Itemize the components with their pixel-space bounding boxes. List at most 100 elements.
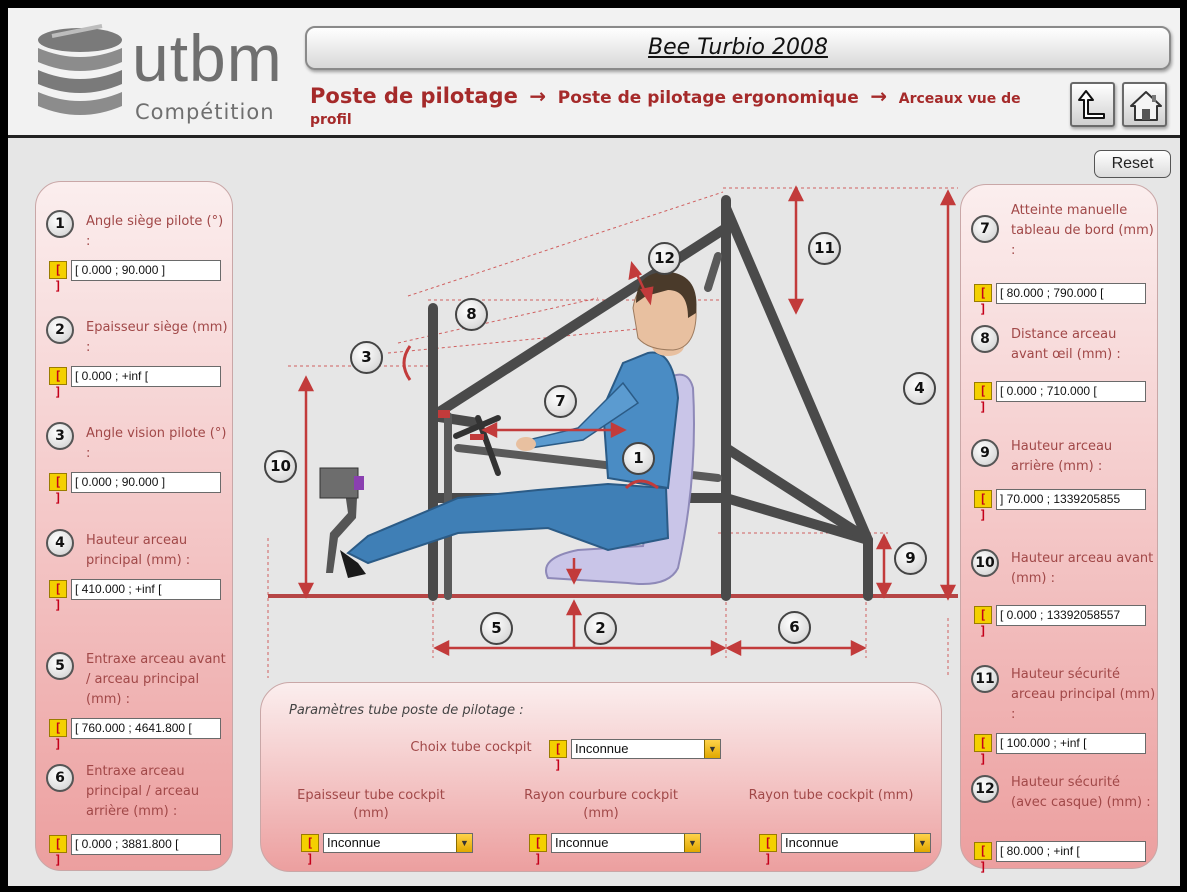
logo-cylinder-icon (38, 24, 122, 115)
callout-1: 1 (622, 442, 655, 475)
range-field[interactable]: [ 0.000 ; 13392058557 (996, 605, 1146, 626)
bracket-button[interactable]: [ ] (974, 734, 992, 766)
choice-tube-select[interactable]: Inconnue ▼ (571, 739, 721, 759)
range-field[interactable]: ] 70.000 ; 1339205855 (996, 489, 1146, 510)
header: utbm Compétition Bee Turbio 2008 Poste d… (8, 8, 1180, 138)
bracket-button[interactable]: [ ] (49, 719, 67, 751)
param-number: 2 (46, 316, 74, 344)
bend-select[interactable]: Inconnue ▼ (551, 833, 701, 853)
bracket-button[interactable]: [ ] (49, 367, 67, 399)
select-value: Inconnue (555, 835, 609, 850)
chevron-down-icon[interactable]: ▼ (704, 740, 720, 758)
param-label: Entraxe arceau avant / arceau principal … (86, 652, 226, 707)
range-field[interactable]: [ 100.000 ; +inf [ (996, 733, 1146, 754)
breadcrumb-separator: → (870, 84, 888, 108)
param-number: 9 (971, 439, 999, 467)
select-value: Inconnue (575, 741, 629, 756)
right-parameters-panel: 7 Atteinte manuelle tableau de bord (mm)… (960, 184, 1158, 874)
radius-label: Rayon tube cockpit (mm) (748, 788, 914, 803)
bracket-button[interactable]: [ ] (974, 606, 992, 638)
param-number: 5 (46, 652, 74, 680)
param-label: Hauteur sécurité arceau principal (mm) : (1011, 667, 1156, 722)
param-label: Hauteur arceau arrière (mm) : (1011, 439, 1113, 474)
bracket-button[interactable]: [ ] (49, 473, 67, 505)
param-number: 8 (971, 325, 999, 353)
param-label: Atteinte manuelle tableau de bord (mm) : (1011, 203, 1154, 258)
bracket-button[interactable]: [ ] (549, 740, 567, 772)
param-number: 4 (46, 529, 74, 557)
choice-select-row: [ ] Inconnue ▼ (549, 739, 721, 772)
breadcrumb-level-1[interactable]: Poste de pilotage (310, 84, 518, 108)
param-number: 6 (46, 764, 74, 792)
utbm-logo: utbm Compétition (32, 21, 292, 132)
range-field[interactable]: [ 760.000 ; 4641.800 [ (71, 718, 221, 739)
callout-12: 12 (648, 242, 681, 275)
param-label: Angle siège pilote (°) : (86, 214, 224, 249)
select-value: Inconnue (785, 835, 839, 850)
callout-11: 11 (808, 232, 841, 265)
bend-select-row: [ ] Inconnue ▼ (529, 833, 701, 866)
bracket-button[interactable]: [ ] (759, 834, 777, 866)
bracket-button[interactable]: [ ] (301, 834, 319, 866)
bracket-button[interactable]: [ ] (49, 580, 67, 612)
reset-button[interactable]: Reset (1094, 150, 1171, 178)
param-label: Epaisseur siège (mm) : (86, 320, 228, 355)
param-label: Hauteur arceau principal (mm) : (86, 533, 191, 568)
bracket-button[interactable]: [ ] (974, 842, 992, 874)
param-number: 1 (46, 210, 74, 238)
range-field[interactable]: [ 0.000 ; 90.000 ] (71, 260, 221, 281)
home-button[interactable] (1122, 82, 1167, 127)
breadcrumb-separator: → (529, 84, 547, 108)
back-button[interactable] (1070, 82, 1115, 127)
bracket-button[interactable]: [ ] (529, 834, 547, 866)
logo-wordmark: utbm (132, 21, 283, 95)
callout-3: 3 (350, 341, 383, 374)
chevron-down-icon[interactable]: ▼ (684, 834, 700, 852)
page-title: Bee Turbio 2008 (648, 35, 828, 60)
thickness-select-row: [ ] Inconnue ▼ (301, 833, 473, 866)
param-number: 12 (971, 775, 999, 803)
thickness-label: Epaisseur tube cockpit (mm) (297, 788, 445, 821)
bracket-button[interactable]: [ ] (49, 835, 67, 867)
bracket-button[interactable]: [ ] (974, 490, 992, 522)
radius-select-row: [ ] Inconnue ▼ (759, 833, 931, 866)
callout-9: 9 (894, 542, 927, 575)
param-number: 7 (971, 215, 999, 243)
range-field[interactable]: [ 410.000 ; +inf [ (71, 579, 221, 600)
bracket-button[interactable]: [ ] (974, 382, 992, 414)
callout-8: 8 (455, 298, 488, 331)
param-number: 11 (971, 665, 999, 693)
param-label: Hauteur sécurité (avec casque) (mm) : (1011, 775, 1151, 810)
chevron-down-icon[interactable]: ▼ (456, 834, 472, 852)
param-label: Angle vision pilote (°) : (86, 426, 227, 461)
range-field[interactable]: [ 0.000 ; +inf [ (71, 366, 221, 387)
callout-7: 7 (544, 385, 577, 418)
range-field[interactable]: [ 80.000 ; 790.000 [ (996, 283, 1146, 304)
breadcrumb-level-2[interactable]: Poste de pilotage ergonomique (558, 88, 859, 108)
left-parameters-panel: 1 Angle siège pilote (°) : [ ] [ 0.000 ;… (35, 181, 233, 871)
callout-2: 2 (584, 612, 617, 645)
callout-4: 4 (903, 372, 936, 405)
range-field[interactable]: [ 80.000 ; +inf [ (996, 841, 1146, 862)
radius-select[interactable]: Inconnue ▼ (781, 833, 931, 853)
app-window: utbm Compétition Bee Turbio 2008 Poste d… (8, 8, 1180, 886)
callout-5: 5 (480, 612, 513, 645)
param-label: Distance arceau avant œil (mm) : (1011, 327, 1121, 362)
thickness-select[interactable]: Inconnue ▼ (323, 833, 473, 853)
title-bar: Bee Turbio 2008 (305, 26, 1171, 70)
logo-subtitle: Compétition (135, 100, 275, 124)
tube-panel-title: Paramètres tube poste de pilotage : (289, 703, 524, 718)
bend-label: Rayon courbure cockpit (mm) (524, 788, 678, 821)
callout-6: 6 (778, 611, 811, 644)
chevron-down-icon[interactable]: ▼ (914, 834, 930, 852)
home-icon (1130, 91, 1162, 121)
tube-parameters-panel: Paramètres tube poste de pilotage : Choi… (260, 682, 942, 872)
bracket-button[interactable]: [ ] (49, 261, 67, 293)
back-arrow-icon (1078, 90, 1105, 119)
param-number: 3 (46, 422, 74, 450)
range-field[interactable]: [ 0.000 ; 90.000 ] (71, 472, 221, 493)
range-field[interactable]: [ 0.000 ; 3881.800 [ (71, 834, 221, 855)
param-label: Hauteur arceau avant (mm) : (1011, 551, 1154, 586)
bracket-button[interactable]: [ ] (974, 284, 992, 316)
range-field[interactable]: [ 0.000 ; 710.000 [ (996, 381, 1146, 402)
